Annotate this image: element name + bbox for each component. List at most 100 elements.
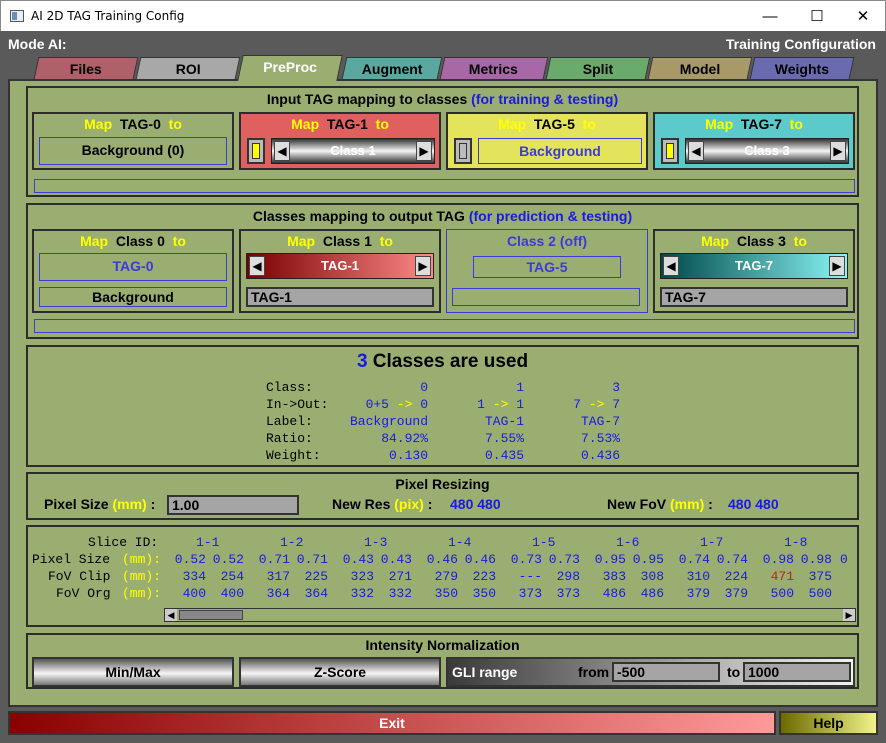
slice-value: 375 [808,569,832,584]
summary-cell: Background [349,414,428,429]
summary-cell: 0.436 [580,448,620,463]
gli-from-input[interactable]: -500 [612,662,720,682]
tab-preproc[interactable]: PreProc [237,55,343,81]
tab-weights[interactable]: Weights [749,57,855,79]
class3-label-field[interactable]: TAG-7 [660,287,848,307]
class1-label-field[interactable]: TAG-1 [246,287,434,307]
slice-value: 364 [266,586,290,601]
pixel-size-label: Pixel Size (mm) : [44,496,156,512]
new-fov-label: New FoV (mm) : [607,496,713,512]
mm-unit-label: (mm): [122,569,162,584]
gli-to-input[interactable]: 1000 [743,662,851,682]
app-icon [10,10,24,22]
summary-cell: TAG-1 [484,414,524,429]
summary-cell: 0+5 -> 0 [365,397,428,412]
close-button[interactable]: ✕ [840,1,886,32]
new-res-value: 480 480 [450,496,501,512]
slice-value: 0.71 [258,552,290,567]
right-arrow-icon[interactable]: ▶ [416,141,432,161]
fov-clip-row-label: FoV Clip [48,569,111,584]
mm-unit-label: (mm): [122,552,162,567]
slice-value: 350 [434,586,458,601]
slice-value: 271 [388,569,412,584]
tab-split[interactable]: Split [545,57,651,79]
tag1-class-stepper[interactable]: ◀ Class 1 ▶ [271,138,435,164]
summary-row-label: Label: [266,414,313,429]
classes-summary-panel: 3 Classes are used Class: 0 1 3 In->Out: 0+5 … [26,345,859,467]
pixel-resizing-title: Pixel Resizing [395,476,490,492]
left-arrow-icon[interactable]: ◀ [274,141,290,161]
class1-tag-stepper[interactable]: ◀ TAG-1 ▶ [246,253,434,279]
pixel-size-input[interactable]: 1.00 [167,495,299,515]
summary-cell: 1 [516,380,524,395]
exit-button[interactable]: Exit [8,711,776,735]
zscore-button[interactable]: Z-Score [239,657,441,687]
classes-summary-table: Class: 0 1 3 In->Out: 0+5 -> 0 1 -> 1 7 -> 7 Lab… [266,379,620,464]
slice-value: 400 [220,586,244,601]
tag7-enable-toggle[interactable] [661,138,679,164]
summary-row-label: In->Out: [266,397,329,412]
summary-cell: 0.435 [484,448,524,463]
tag5-enable-toggle[interactable] [454,138,472,164]
mode-label: Mode AI: [8,36,67,52]
tab-files[interactable]: Files [33,57,139,79]
input-mapping-panel: Input TAG mapping to classes (for traini… [26,86,859,197]
tab-model[interactable]: Model [647,57,753,79]
slice-id: 1-1 [196,535,220,550]
slice-id: 1-4 [448,535,472,550]
summary-cell: 0 [420,380,428,395]
output-map-cell-class2: Class 2 (off) TAG-5 [446,229,648,313]
class0-label: Background [92,289,174,305]
scrollbar-thumb[interactable] [179,610,243,620]
slice-value-trailing: 0 [840,552,848,567]
slice-id: 1-3 [364,535,388,550]
scroll-right-icon[interactable]: ▶ [843,609,855,621]
slice-value: 350 [472,586,496,601]
tag5-class-box[interactable]: Background [478,138,642,164]
new-res-label: New Res (pix) : [332,496,433,512]
slice-id-label: Slice ID: [88,535,159,550]
right-arrow-icon[interactable]: ▶ [830,141,846,161]
slice-value: 0.74 [678,552,710,567]
output-status-bar [34,319,855,333]
right-arrow-icon[interactable]: ▶ [415,256,431,276]
right-arrow-icon[interactable]: ▶ [829,256,845,276]
help-button[interactable]: Help [779,711,878,735]
slice-value: 0.95 [594,552,626,567]
output-map-cell-class0: Map Class 0 to TAG-0 Background [32,229,234,313]
class3-tag-stepper[interactable]: ◀ TAG-7 ▶ [660,253,848,279]
slice-value: 500 [770,586,794,601]
slice-value: 0.52 [212,552,244,567]
intensity-panel: Intensity Normalization Min/Max Z-Score … [26,633,859,689]
tab-metrics[interactable]: Metrics [439,57,549,79]
minmax-button[interactable]: Min/Max [32,657,234,687]
output-mapping-title: Classes mapping to output TAG (for predi… [252,208,633,224]
slice-id: 1-5 [532,535,556,550]
slice-value: 0.98 [762,552,794,567]
tag1-enable-toggle[interactable] [247,138,265,164]
summary-cell: TAG-7 [580,414,620,429]
left-arrow-icon[interactable]: ◀ [249,256,265,276]
maximize-button[interactable]: ☐ [794,1,840,32]
tag7-class-stepper[interactable]: ◀ Class 3 ▶ [685,138,849,164]
slice-value: 279 [434,569,458,584]
left-arrow-icon[interactable]: ◀ [663,256,679,276]
left-arrow-icon[interactable]: ◀ [688,141,704,161]
window-titlebar: AI 2D TAG Training Config — ☐ ✕ [0,0,886,31]
gli-range-button[interactable]: GLI range from -500 to 1000 [446,657,855,687]
output-map-cell-class1: Map Class 1 to ◀ TAG-1 ▶ TAG-1 [239,229,441,313]
minimize-button[interactable]: — [747,1,793,32]
preproc-panel: Input TAG mapping to classes (for traini… [8,79,878,707]
input-status-bar [34,179,855,193]
classes-used-title: 3 Classes are used [356,351,529,372]
tab-augment[interactable]: Augment [341,57,443,79]
scroll-left-icon[interactable]: ◀ [165,609,177,621]
slice-value: 383 [602,569,626,584]
tab-roi[interactable]: ROI [135,57,241,79]
slices-panel: Slice ID: Pixel Size FoV Clip FoV Org (mm): (… [26,525,859,627]
slice-value: 317 [266,569,290,584]
slices-scrollbar[interactable]: ◀ ▶ [164,608,856,622]
slice-value: 0.46 [464,552,496,567]
slice-value: 379 [724,586,748,601]
summary-row-label: Class: [266,380,313,395]
